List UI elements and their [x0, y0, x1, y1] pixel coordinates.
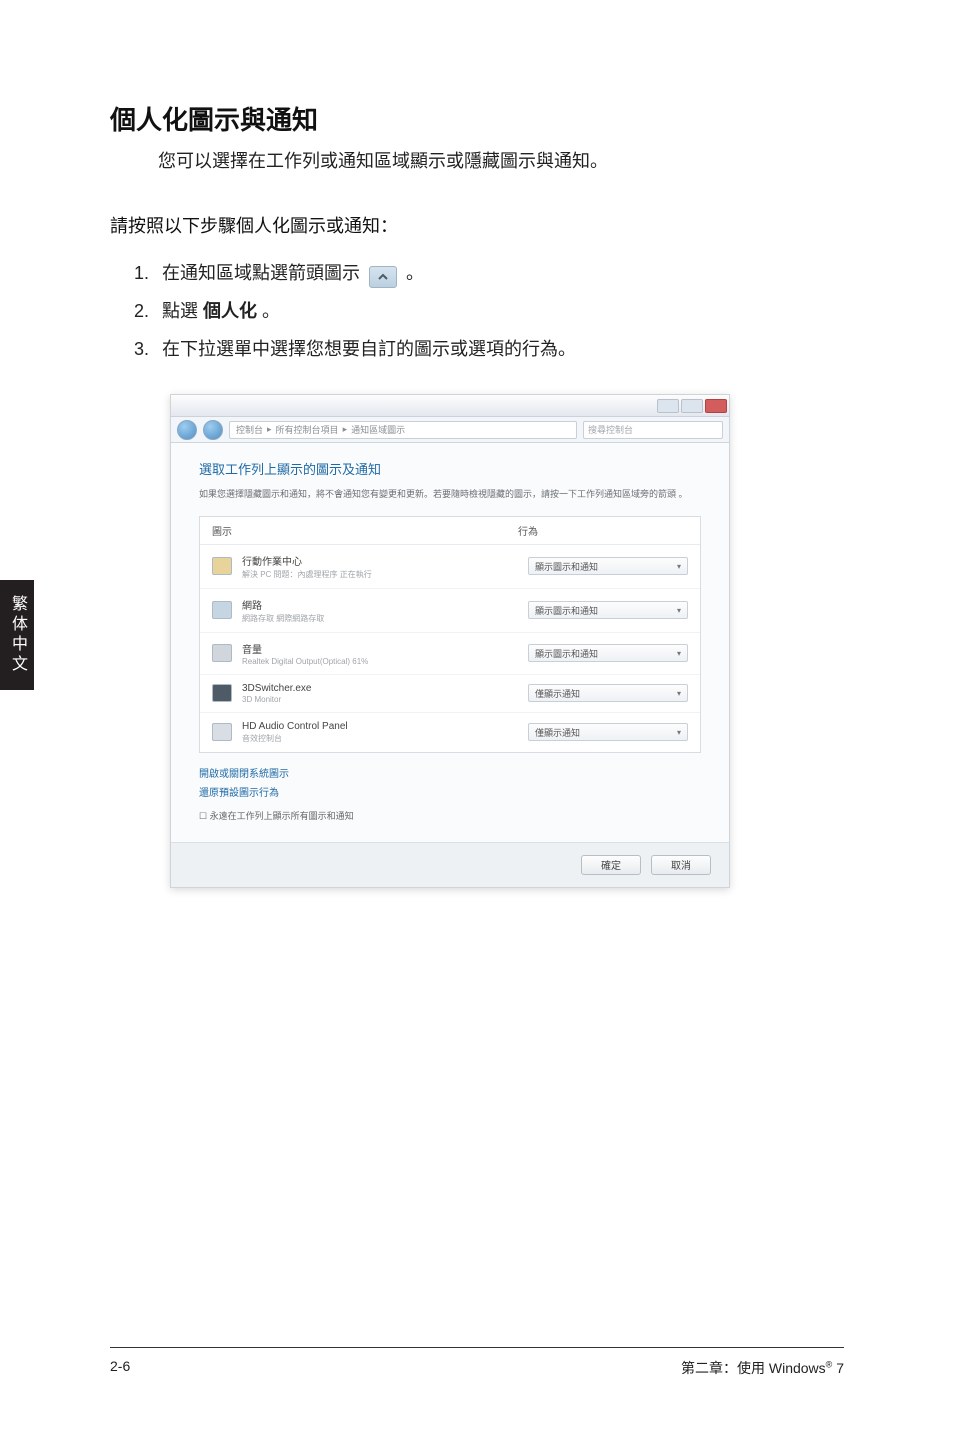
address-bar: 控制台 ▸ 所有控制台項目 ▸ 通知區域圖示 搜尋控制台: [171, 417, 729, 443]
ok-button[interactable]: 確定: [581, 855, 641, 875]
forward-button[interactable]: [203, 420, 223, 440]
steps-list: 在通知區域點選箭頭圖示 。 點選 個人化 。 在下拉選單中選擇您想要自訂的圖示或…: [110, 256, 844, 367]
cancel-button[interactable]: 取消: [651, 855, 711, 875]
item-detail: 解決 PC 問題：內處理程序 正在執行: [242, 569, 528, 580]
step-2-text-c: 。: [257, 301, 280, 321]
link-restore-defaults[interactable]: 還原預設圖示行為: [199, 784, 701, 799]
always-show-checkbox[interactable]: ☐ 永遠在工作列上顯示所有圖示和通知: [199, 809, 701, 822]
dropdown-value: 顯示圖示和通知: [535, 647, 598, 660]
chevron-right-icon: ▸: [267, 424, 272, 435]
back-button[interactable]: [177, 420, 197, 440]
search-input[interactable]: 搜尋控制台: [583, 421, 723, 439]
behavior-dropdown[interactable]: 僅顯示通知 ▾: [528, 684, 688, 702]
chevron-right-icon: ▸: [343, 424, 348, 435]
item-name: 3DSwitcher.exe: [242, 683, 528, 694]
side-language-tab: 繁体中文: [0, 580, 34, 690]
step-1-text-b: 。: [406, 263, 424, 283]
chapter-label: 第二章：使用 Windows® 7: [681, 1358, 844, 1378]
intro-text: 您可以選擇在工作列或通知區域顯示或隱藏圖示與通知。: [158, 147, 844, 176]
step-3-text: 在下拉選單中選擇您想要自訂的圖示或選項的行為。: [162, 339, 576, 359]
behavior-dropdown[interactable]: 僅顯示通知 ▾: [528, 723, 688, 741]
item-name: 行動作業中心: [242, 553, 528, 568]
window-description: 如果您選擇隱藏圖示和通知，將不會通知您有變更和更新。若要隨時檢視隱藏的圖示，請按…: [199, 488, 701, 502]
behavior-dropdown[interactable]: 顯示圖示和通知 ▾: [528, 644, 688, 662]
list-header: 圖示 行為: [200, 517, 700, 545]
minimize-button[interactable]: [657, 399, 679, 413]
page-footer: 2-6 第二章：使用 Windows® 7: [110, 1347, 844, 1378]
breadcrumb[interactable]: 控制台 ▸ 所有控制台項目 ▸ 通知區域圖示: [229, 421, 577, 439]
step-1: 在通知區域點選箭頭圖示 。: [154, 256, 844, 290]
app-icon: [212, 684, 232, 702]
list-item: 網路 網路存取 網際網路存取 顯示圖示和通知 ▾: [200, 589, 700, 633]
steps-heading: 請按照以下步驟個人化圖示或通知：: [110, 212, 844, 238]
close-button[interactable]: [705, 399, 727, 413]
list-item: 行動作業中心 解決 PC 問題：內處理程序 正在執行 顯示圖示和通知 ▾: [200, 545, 700, 589]
breadcrumb-part[interactable]: 通知區域圖示: [351, 423, 405, 436]
item-detail: 網路存取 網際網路存取: [242, 613, 528, 624]
tray-arrow-icon: [369, 266, 397, 288]
item-name: 網路: [242, 597, 528, 612]
list-item: HD Audio Control Panel 音效控制台 僅顯示通知 ▾: [200, 713, 700, 752]
step-3: 在下拉選單中選擇您想要自訂的圖示或選項的行為。: [154, 332, 844, 366]
item-name: 音量: [242, 641, 528, 656]
step-2-text-a: 點選: [162, 301, 203, 321]
dialog-buttons: 確定 取消: [171, 842, 729, 887]
behavior-dropdown[interactable]: 顯示圖示和通知 ▾: [528, 557, 688, 575]
audio-icon: [212, 723, 232, 741]
breadcrumb-part[interactable]: 控制台: [236, 423, 263, 436]
search-placeholder: 搜尋控制台: [588, 423, 633, 436]
col-icon: 圖示: [212, 523, 518, 538]
chevron-down-icon: ▾: [677, 689, 681, 698]
item-detail: 3D Monitor: [242, 695, 528, 704]
item-detail: Realtek Digital Output(Optical) 61%: [242, 657, 528, 666]
screenshot-window: 控制台 ▸ 所有控制台項目 ▸ 通知區域圖示 搜尋控制台 選取工作列上顯示的圖示…: [170, 394, 730, 888]
item-name: HD Audio Control Panel: [242, 721, 528, 732]
window-titlebar: [171, 395, 729, 417]
step-2: 點選 個人化 。: [154, 294, 844, 328]
links-block: 開啟或關閉系統圖示 還原預設圖示行為: [199, 765, 701, 799]
col-behavior: 行為: [518, 523, 688, 538]
step-2-keyword: 個人化: [203, 301, 257, 321]
item-detail: 音效控制台: [242, 733, 528, 744]
window-heading: 選取工作列上顯示的圖示及通知: [199, 459, 701, 478]
breadcrumb-part[interactable]: 所有控制台項目: [276, 423, 339, 436]
link-system-icons[interactable]: 開啟或關閉系統圖示: [199, 765, 701, 780]
dropdown-value: 顯示圖示和通知: [535, 604, 598, 617]
list-item: 3DSwitcher.exe 3D Monitor 僅顯示通知 ▾: [200, 675, 700, 713]
dropdown-value: 僅顯示通知: [535, 687, 580, 700]
network-icon: [212, 601, 232, 619]
section-title: 個人化圖示與通知: [110, 100, 844, 137]
checkbox-icon: ☐: [199, 811, 210, 821]
icon-behavior-list: 圖示 行為 行動作業中心 解決 PC 問題：內處理程序 正在執行 顯示圖示和通知…: [199, 516, 701, 753]
page-number: 2-6: [110, 1358, 130, 1378]
dropdown-value: 僅顯示通知: [535, 726, 580, 739]
list-item: 音量 Realtek Digital Output(Optical) 61% 顯…: [200, 633, 700, 675]
dropdown-value: 顯示圖示和通知: [535, 560, 598, 573]
chevron-down-icon: ▾: [677, 649, 681, 658]
action-center-icon: [212, 557, 232, 575]
volume-icon: [212, 644, 232, 662]
chevron-down-icon: ▾: [677, 562, 681, 571]
chevron-down-icon: ▾: [677, 606, 681, 615]
checkbox-label: 永遠在工作列上顯示所有圖示和通知: [210, 811, 354, 821]
behavior-dropdown[interactable]: 顯示圖示和通知 ▾: [528, 601, 688, 619]
step-1-text-a: 在通知區域點選箭頭圖示: [162, 263, 360, 283]
maximize-button[interactable]: [681, 399, 703, 413]
chevron-down-icon: ▾: [677, 728, 681, 737]
